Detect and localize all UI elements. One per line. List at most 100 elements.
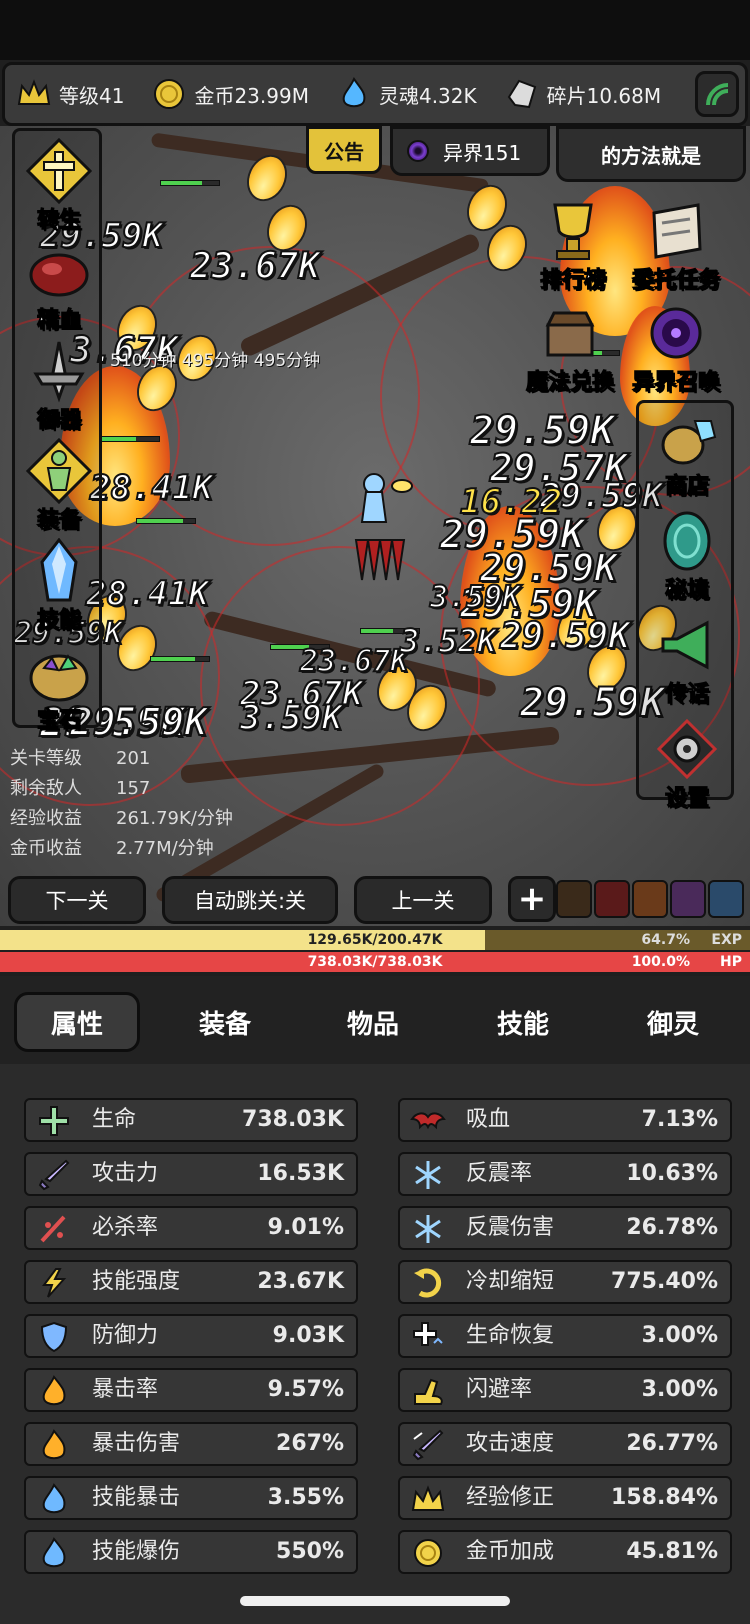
tab-attributes[interactable]: 属性 [14, 992, 140, 1052]
broadcast-button[interactable]: 传话 [652, 610, 722, 708]
gold-coin-icon [408, 1536, 448, 1570]
stat-value: 9.57% [267, 1377, 344, 1402]
stat-name: 攻击力 [92, 1161, 159, 1186]
life-cross-icon [34, 1104, 74, 1138]
blood-essence-label: 精血 [36, 308, 81, 334]
crit-slash-icon [34, 1212, 74, 1246]
tab-equipment[interactable]: 装备 [162, 992, 288, 1052]
hero-character [352, 470, 422, 590]
notice-button[interactable]: 公告 [306, 126, 382, 174]
equipment-figure-icon [24, 436, 94, 506]
stage-info: 关卡等级 201 剩余敌人 157 经验收益 261.79K/分钟 金币收益 2.77M… [10, 744, 233, 864]
magic-exchange-label: 魔法兑换 [525, 370, 615, 396]
portal-swirl-icon [407, 140, 429, 162]
stat-value: 9.01% [267, 1215, 344, 1240]
add-button[interactable]: + [508, 876, 556, 922]
attack-speed-sword-icon [408, 1428, 448, 1462]
buff-icon [708, 880, 744, 918]
portal-vortex-icon [641, 298, 711, 368]
resource-level-text: 等级41 [59, 83, 125, 108]
skill-burst-blue-flame-icon [34, 1536, 74, 1570]
sword-guard-button[interactable]: 御器 [24, 336, 94, 434]
buff-list [556, 880, 746, 918]
tab-spirits[interactable]: 御灵 [610, 992, 736, 1052]
secret-realm-button[interactable]: 秘境 [652, 506, 722, 604]
resource-fragment-text: 碎片10.68M [546, 83, 662, 108]
stat-name: 暴击伤害 [92, 1431, 181, 1456]
shop-button[interactable]: 商店 [652, 402, 722, 500]
prev-stage-button[interactable]: 上一关 [354, 876, 492, 924]
shield-icon [34, 1320, 74, 1354]
damage-number: 23.67K [189, 245, 321, 288]
skill-lightning-icon [34, 1266, 74, 1300]
hp-bar-percent: 100.0% [631, 954, 690, 970]
tab-skills[interactable]: 技能 [460, 992, 586, 1052]
resource-soul-text: 灵魂4.32K [378, 83, 477, 108]
realm-button[interactable]: 异界151 [390, 126, 550, 176]
rebirth-cross-icon [24, 136, 94, 206]
stat-name: 生命 [92, 1107, 137, 1132]
damage-number: 29.59K [499, 615, 631, 658]
stat-card: 防御力 9.03K [24, 1314, 358, 1358]
stat-card: 攻击力 16.53K [24, 1152, 358, 1196]
skill-menu-button[interactable]: 技能 [24, 536, 94, 634]
realm-summon-label: 异界召唤 [631, 370, 721, 396]
settings-button[interactable]: 设置 [652, 714, 722, 812]
hp-bar-tag: HP [720, 954, 742, 970]
enemy-hp-bar [150, 656, 210, 662]
stat-card: 技能强度 23.67K [24, 1260, 358, 1304]
damage-number: 28.41K [85, 573, 210, 615]
damage-number: 23.67K [299, 643, 409, 680]
gold-income-row: 金币收益 2.77M/分钟 [10, 834, 233, 864]
enemy-hp-bar [100, 436, 160, 442]
buff-icon [632, 880, 668, 918]
resource-level: 等级41 [15, 75, 124, 113]
rebirth-button[interactable]: 转生 [24, 136, 94, 234]
stat-card: 经验修正 158.84% [398, 1476, 732, 1520]
magic-exchange-button[interactable]: 魔法兑换 [525, 298, 615, 396]
damage-number: 3.52K [399, 621, 497, 661]
stat-name: 吸血 [466, 1107, 511, 1132]
stat-card: 反震伤害 26.78% [398, 1206, 732, 1250]
damage-number: 28.41K [89, 467, 214, 509]
buff-icon [594, 880, 630, 918]
hp-bar: 738.03K/738.03K 100.0% HP [0, 952, 750, 972]
stat-card: 冷却缩短 775.40% [398, 1260, 732, 1304]
skill-crit-blue-flame-icon [34, 1482, 74, 1516]
stat-name: 反震伤害 [466, 1215, 555, 1240]
stage-info-value: 157 [116, 778, 151, 799]
crit-damage-flame-icon [34, 1428, 74, 1462]
stat-name: 技能强度 [92, 1269, 181, 1294]
next-stage-button[interactable]: 下一关 [8, 876, 146, 924]
stat-name: 经验修正 [466, 1485, 555, 1510]
buff-icon [670, 880, 706, 918]
equipment-menu-button[interactable]: 装备 [24, 436, 94, 534]
marquee-message[interactable]: 的方法就是 [556, 126, 746, 182]
broadcast-label: 传话 [664, 682, 709, 708]
blood-essence-button[interactable]: 精血 [24, 236, 94, 334]
auto-skip-toggle[interactable]: 自动跳关:关 [162, 876, 338, 924]
tab-items[interactable]: 物品 [310, 992, 436, 1052]
realm-summon-button[interactable]: 异界召唤 [631, 298, 721, 396]
stat-value: 550% [276, 1539, 344, 1564]
stat-card: 金币加成 45.81% [398, 1530, 732, 1574]
stat-value: 23.67K [257, 1269, 344, 1294]
stat-card: 必杀率 9.01% [24, 1206, 358, 1250]
commission-task-button[interactable]: 委托任务 [631, 196, 721, 294]
gem-button[interactable]: 宝石 [24, 636, 94, 734]
stage-info-value: 201 [116, 748, 151, 769]
stat-value: 26.78% [626, 1215, 718, 1240]
leaderboard-button[interactable]: 排行榜 [538, 196, 608, 294]
home-indicator[interactable] [240, 1596, 510, 1606]
horn-icon [652, 610, 722, 680]
realm-label: 异界151 [443, 140, 522, 165]
settings-gear-icon [652, 714, 722, 784]
system-status-bar [0, 0, 750, 60]
stat-card: 生命恢复 3.00% [398, 1314, 732, 1358]
bat-icon [408, 1104, 448, 1138]
stat-card: 攻击速度 26.77% [398, 1422, 732, 1466]
enemy-hp-bar [136, 518, 196, 524]
signal-icon[interactable] [695, 71, 739, 117]
gem-label: 宝石 [36, 708, 81, 734]
stat-name: 冷却缩短 [466, 1269, 555, 1294]
